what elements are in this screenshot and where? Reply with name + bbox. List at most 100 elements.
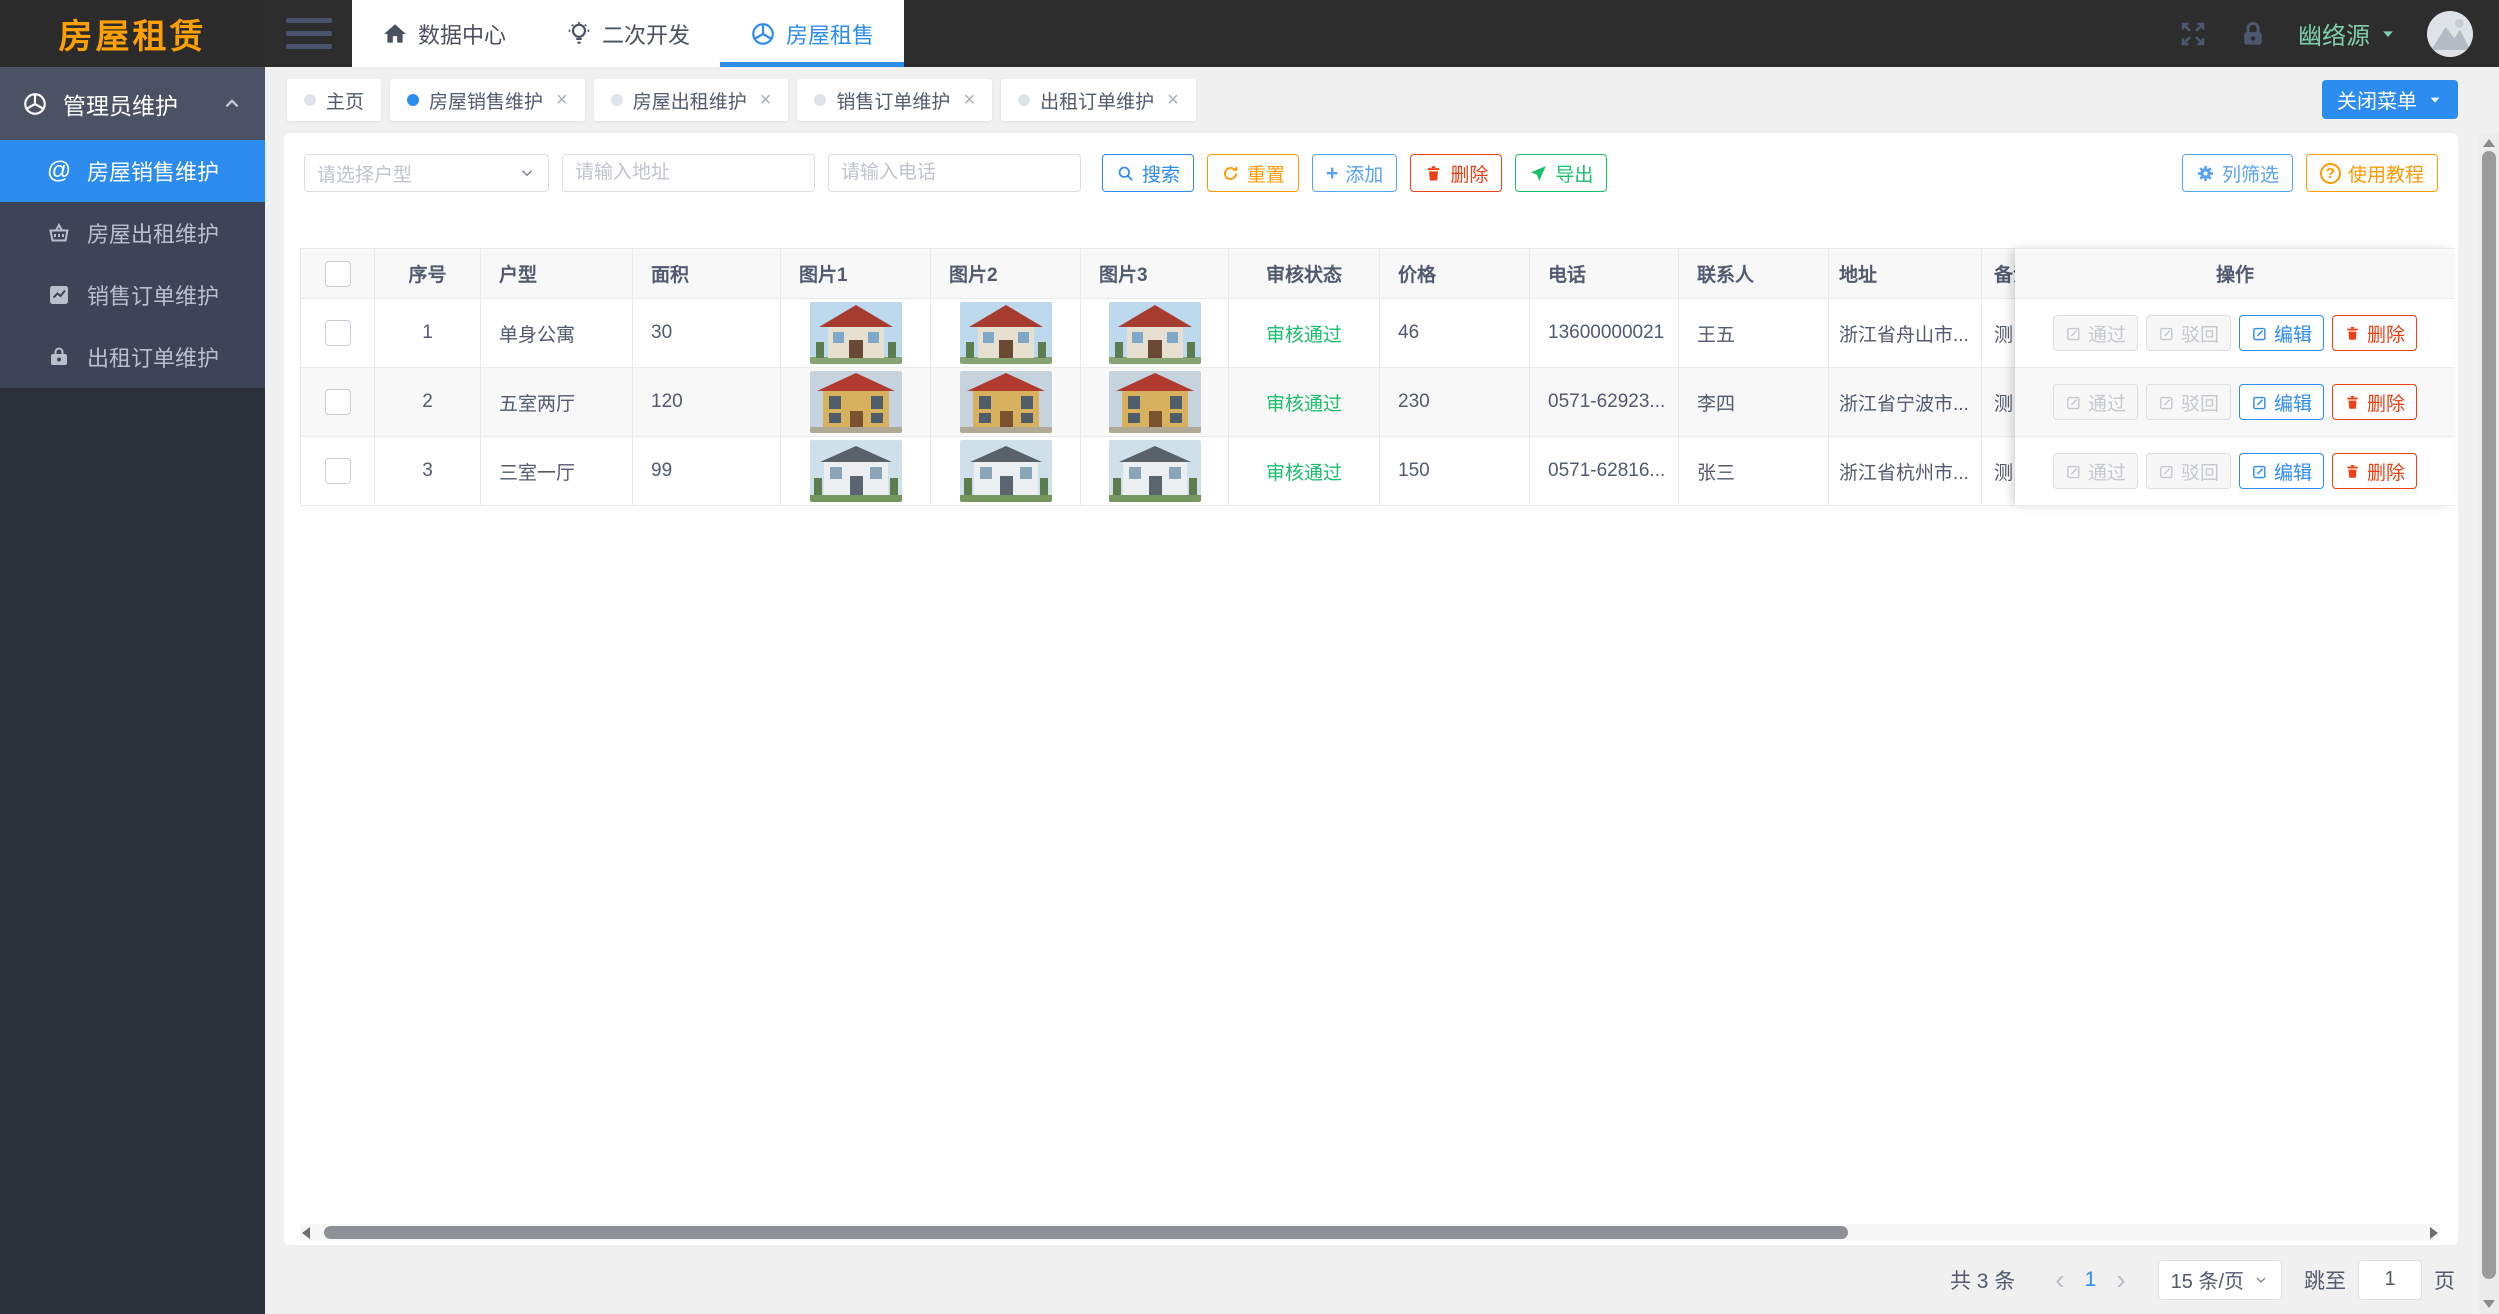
phone-input[interactable] bbox=[828, 154, 1081, 192]
user-menu[interactable]: 幽络源 bbox=[2298, 16, 2397, 51]
next-page-button[interactable]: › bbox=[2102, 1266, 2139, 1294]
approve-button[interactable]: 通过 bbox=[2053, 315, 2138, 351]
reject-button[interactable]: 驳回 bbox=[2146, 315, 2231, 351]
sidebar-item-label: 房屋销售维护 bbox=[87, 155, 219, 187]
app-logo: 房屋租赁 bbox=[0, 0, 265, 67]
row-actions: 通过 驳回 编辑 删除 bbox=[2015, 368, 2455, 437]
refresh-icon bbox=[1221, 164, 1240, 183]
export-button[interactable]: 导出 bbox=[1515, 154, 1607, 192]
prev-page-button[interactable]: ‹ bbox=[2041, 1266, 2078, 1294]
delete-row-button[interactable]: 删除 bbox=[2332, 384, 2417, 420]
horizontal-scrollbar-thumb[interactable] bbox=[324, 1226, 1848, 1239]
cell-phone: 0571-62816... bbox=[1530, 437, 1679, 506]
sidebar-toggle-button[interactable] bbox=[265, 0, 352, 67]
cell-img2 bbox=[931, 299, 1081, 368]
search-label: 搜索 bbox=[1142, 160, 1180, 187]
delete-button[interactable]: 删除 bbox=[1410, 154, 1502, 192]
edit-square-icon bbox=[2158, 325, 2175, 342]
reject-button[interactable]: 驳回 bbox=[2146, 384, 2231, 420]
nav-item-house-rental[interactable]: 房屋租售 bbox=[720, 0, 904, 67]
scroll-right-arrow-icon[interactable] bbox=[2430, 1227, 2438, 1239]
edit-button[interactable]: 编辑 bbox=[2239, 453, 2324, 489]
house-photo bbox=[810, 440, 902, 502]
close-icon[interactable]: × bbox=[760, 89, 772, 112]
cell-phone: 0571-62923... bbox=[1530, 368, 1679, 437]
delete-row-button[interactable]: 删除 bbox=[2332, 315, 2417, 351]
select-placeholder: 请选择户型 bbox=[317, 160, 412, 187]
vertical-scrollbar-thumb[interactable] bbox=[2482, 151, 2496, 1279]
house-photo bbox=[960, 440, 1052, 502]
column-filter-button[interactable]: 列筛选 bbox=[2182, 154, 2293, 192]
scroll-up-arrow-icon[interactable] bbox=[2483, 139, 2495, 147]
edit-button[interactable]: 编辑 bbox=[2239, 315, 2324, 351]
tab-rent-orders[interactable]: 出租订单维护 × bbox=[1001, 79, 1196, 121]
select-all-checkbox[interactable] bbox=[325, 261, 351, 287]
lock-icon[interactable] bbox=[2238, 19, 2268, 49]
cell-img1 bbox=[781, 437, 931, 506]
cell-img2 bbox=[931, 437, 1081, 506]
horizontal-scrollbar[interactable] bbox=[300, 1224, 2440, 1241]
nav-item-data-center[interactable]: 数据中心 bbox=[352, 0, 536, 67]
col-header-seq: 序号 bbox=[375, 248, 481, 299]
nav-item-secondary-dev[interactable]: 二次开发 bbox=[536, 0, 720, 67]
col-header-img1: 图片1 bbox=[781, 248, 931, 299]
tab-sale-orders[interactable]: 销售订单维护 × bbox=[797, 79, 992, 121]
cell-remark: 测 bbox=[1982, 437, 2015, 506]
hamburger-icon bbox=[286, 18, 332, 49]
close-icon[interactable]: × bbox=[556, 89, 568, 112]
tutorial-button[interactable]: ? 使用教程 bbox=[2306, 154, 2438, 192]
sidebar-item-sale-orders[interactable]: 销售订单维护 bbox=[0, 264, 265, 326]
tab-house-rent[interactable]: 房屋出租维护 × bbox=[594, 79, 789, 121]
sidebar-item-label: 销售订单维护 bbox=[87, 279, 219, 311]
close-icon[interactable]: × bbox=[963, 89, 975, 112]
top-nav: 数据中心 二次开发 房屋租售 bbox=[352, 0, 904, 67]
fullscreen-icon[interactable] bbox=[2178, 19, 2208, 49]
row-checkbox[interactable] bbox=[325, 458, 351, 484]
add-button[interactable]: + 添加 bbox=[1312, 154, 1397, 192]
page-number[interactable]: 1 bbox=[2079, 1268, 2103, 1292]
jump-page-input[interactable] bbox=[2358, 1260, 2422, 1300]
house-type-select[interactable]: 请选择户型 bbox=[304, 154, 549, 192]
house-photo bbox=[810, 371, 902, 433]
scroll-down-arrow-icon[interactable] bbox=[2483, 1300, 2495, 1308]
sidebar-item-label: 出租订单维护 bbox=[87, 341, 219, 373]
cell-type: 五室两厅 bbox=[481, 368, 633, 437]
sidebar-item-house-rent[interactable]: 房屋出租维护 bbox=[0, 202, 265, 264]
row-checkbox[interactable] bbox=[325, 320, 351, 346]
sidebar-group-admin[interactable]: 管理员维护 bbox=[0, 67, 265, 140]
close-menu-button[interactable]: 关闭菜单 bbox=[2322, 80, 2458, 119]
approve-button[interactable]: 通过 bbox=[2053, 384, 2138, 420]
cell-phone: 13600000021 bbox=[1530, 299, 1679, 368]
row-checkbox[interactable] bbox=[325, 389, 351, 415]
scroll-left-arrow-icon[interactable] bbox=[302, 1227, 310, 1239]
approve-button[interactable]: 通过 bbox=[2053, 453, 2138, 489]
vertical-scrollbar[interactable] bbox=[2479, 133, 2499, 1314]
cell-area: 120 bbox=[633, 368, 781, 437]
sidebar-item-rent-orders[interactable]: 出租订单维护 bbox=[0, 326, 265, 388]
close-icon[interactable]: × bbox=[1167, 89, 1179, 112]
page-size-select[interactable]: 15 条/页 bbox=[2158, 1260, 2282, 1300]
sidebar-item-label: 房屋出租维护 bbox=[87, 217, 219, 249]
cell-address: 浙江省舟山市... bbox=[1829, 299, 1982, 368]
tab-house-sale[interactable]: 房屋销售维护 × bbox=[390, 79, 585, 121]
reject-button[interactable]: 驳回 bbox=[2146, 453, 2231, 489]
table-empty-area bbox=[284, 506, 2458, 1224]
tab-label: 房屋销售维护 bbox=[429, 87, 543, 114]
edit-square-icon bbox=[2065, 463, 2082, 480]
sidebar-item-house-sale[interactable]: @ 房屋销售维护 bbox=[0, 140, 265, 202]
col-header-img3: 图片3 bbox=[1081, 248, 1229, 299]
tab-label: 主页 bbox=[326, 87, 364, 114]
address-input[interactable] bbox=[562, 154, 815, 192]
caret-down-icon bbox=[2379, 25, 2397, 43]
tab-home[interactable]: 主页 bbox=[287, 79, 381, 121]
delete-row-button[interactable]: 删除 bbox=[2332, 453, 2417, 489]
search-button[interactable]: 搜索 bbox=[1102, 154, 1194, 192]
edit-button[interactable]: 编辑 bbox=[2239, 384, 2324, 420]
sidebar-group-label: 管理员维护 bbox=[63, 87, 178, 121]
reset-button[interactable]: 重置 bbox=[1207, 154, 1299, 192]
table-row: 1 单身公寓 30 审核通过 46 13600000021 王五 浙江省舟山市.… bbox=[300, 299, 2015, 368]
add-label: 添加 bbox=[1345, 160, 1383, 187]
home-icon bbox=[382, 21, 408, 47]
question-icon: ? bbox=[2320, 163, 2341, 184]
avatar[interactable] bbox=[2427, 11, 2473, 57]
